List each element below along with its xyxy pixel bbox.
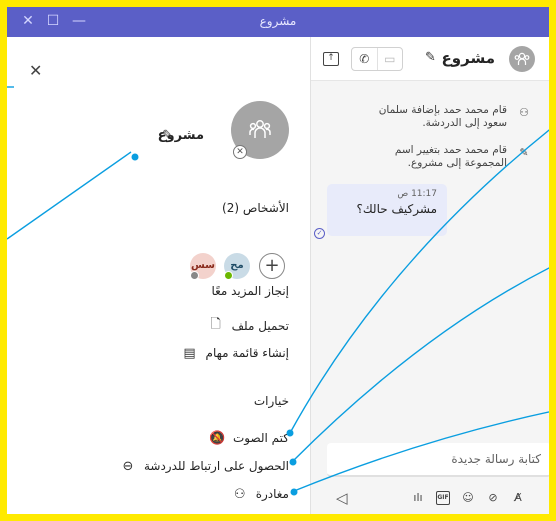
task-list-icon: ▤ [183,345,196,361]
compose-box[interactable] [327,443,549,477]
close-details-button[interactable]: ✕ [29,61,42,80]
share-screen-icon[interactable]: ↑ [323,52,339,66]
gif-icon[interactable]: GIF [436,491,450,505]
mute-option[interactable]: 🔕 كتم الصوت [209,428,289,448]
participant-avatar[interactable]: مح [224,253,250,280]
link-icon: ⊖ [122,458,134,474]
teams-window: ✕ ☐ — مشروع ✕ ✕ مشروع ✎ الأشخاص (2) + مح [0,0,556,521]
upload-file-label: تحميل ملف [231,319,289,333]
create-task-list-action[interactable]: ▤ إنشاء قائمة مهام [182,343,289,363]
mute-bell-icon: 🔕 [208,430,226,446]
participant-initials: مح [230,260,244,271]
create-task-list-label: إنشاء قائمة مهام [205,346,289,360]
edit-chat-name-pencil-icon[interactable]: ✎ [425,50,436,65]
attach-icon[interactable]: ⊘ [486,491,500,505]
group-people-icon [514,52,530,65]
window-title: مشروع [259,14,297,28]
get-chat-link-label: الحصول على ارتباط للدردشة [143,459,289,473]
system-message-text: قام محمد حمد بتغيير اسم المجموعة إلى مشر… [394,144,507,169]
chat-group-avatar[interactable] [509,46,535,72]
message-input[interactable] [327,443,549,475]
presence-available-icon [224,271,233,280]
participant-avatar[interactable]: سس [190,253,216,280]
system-message: ✎ قام محمد حمد بتغيير اسم المجموعة إلى م… [361,144,531,170]
call-buttons: ✆ ▭ [351,47,403,71]
rename-pencil-icon: ✎ [519,146,529,159]
chat-title: مشروع [441,49,495,67]
system-message: ⚇ قام محمد حمد بإضافة سلمان سعود إلى الد… [361,104,531,130]
audio-levels-icon[interactable]: ılı [411,491,425,505]
add-person-button[interactable]: + [259,253,285,279]
more-together-header: إنجاز المزيد معًا [211,284,289,298]
video-call-camera-icon[interactable]: ▭ [376,48,403,70]
mute-label: كتم الصوت [232,431,289,445]
people-header: الأشخاص (2) [222,201,289,215]
chat-message[interactable]: 11:17 ص مشركيف حالك؟ [327,184,447,236]
emoji-icon[interactable]: ☺ [461,491,475,505]
leave-option[interactable]: ⚇ مغادرة [232,484,289,504]
leave-icon: ⚇ [233,486,246,502]
message-timestamp: 11:17 ص [397,189,437,199]
read-receipt-icon: ✓ [314,228,325,239]
leave-label: مغادرة [255,487,289,501]
message-text: مشركيف حالك؟ [356,202,437,216]
send-icon[interactable]: ◁ [336,489,348,507]
audio-call-phone-icon[interactable]: ✆ [352,48,377,70]
add-person-icon: ⚇ [519,106,529,119]
format-icon[interactable]: A̸ [511,491,525,505]
compose-toolbar: ılı GIF ☺ ⊘ A̸ [411,491,525,505]
edit-group-name-pencil-icon[interactable]: ✎ [162,128,173,143]
participant-initials: سس [191,260,215,271]
options-header: خيارات [253,394,289,408]
system-message-text: قام محمد حمد بإضافة سلمان سعود إلى الدرد… [378,104,507,129]
title-bar: ✕ ☐ — مشروع [7,7,549,37]
group-details-pane: ✕ ✕ مشروع ✎ الأشخاص (2) + مح سس إنجاز ال… [7,37,310,514]
chat-pane: ↑ ✆ ▭ ✎ مشروع ⚇ قام محمد حمد بإضافة سلما… [310,37,549,514]
get-chat-link-option[interactable]: ⊖ الحصول على ارتباط للدردشة [120,456,290,476]
presence-offline-icon [190,271,199,280]
group-people-icon [249,120,271,138]
upload-file-action[interactable]: 🗋 تحميل ملف [208,316,289,336]
upload-file-icon: 🗋 [210,317,221,332]
remove-avatar-icon[interactable]: ✕ [233,145,247,159]
chat-header: ↑ ✆ ▭ ✎ مشروع [311,37,549,81]
